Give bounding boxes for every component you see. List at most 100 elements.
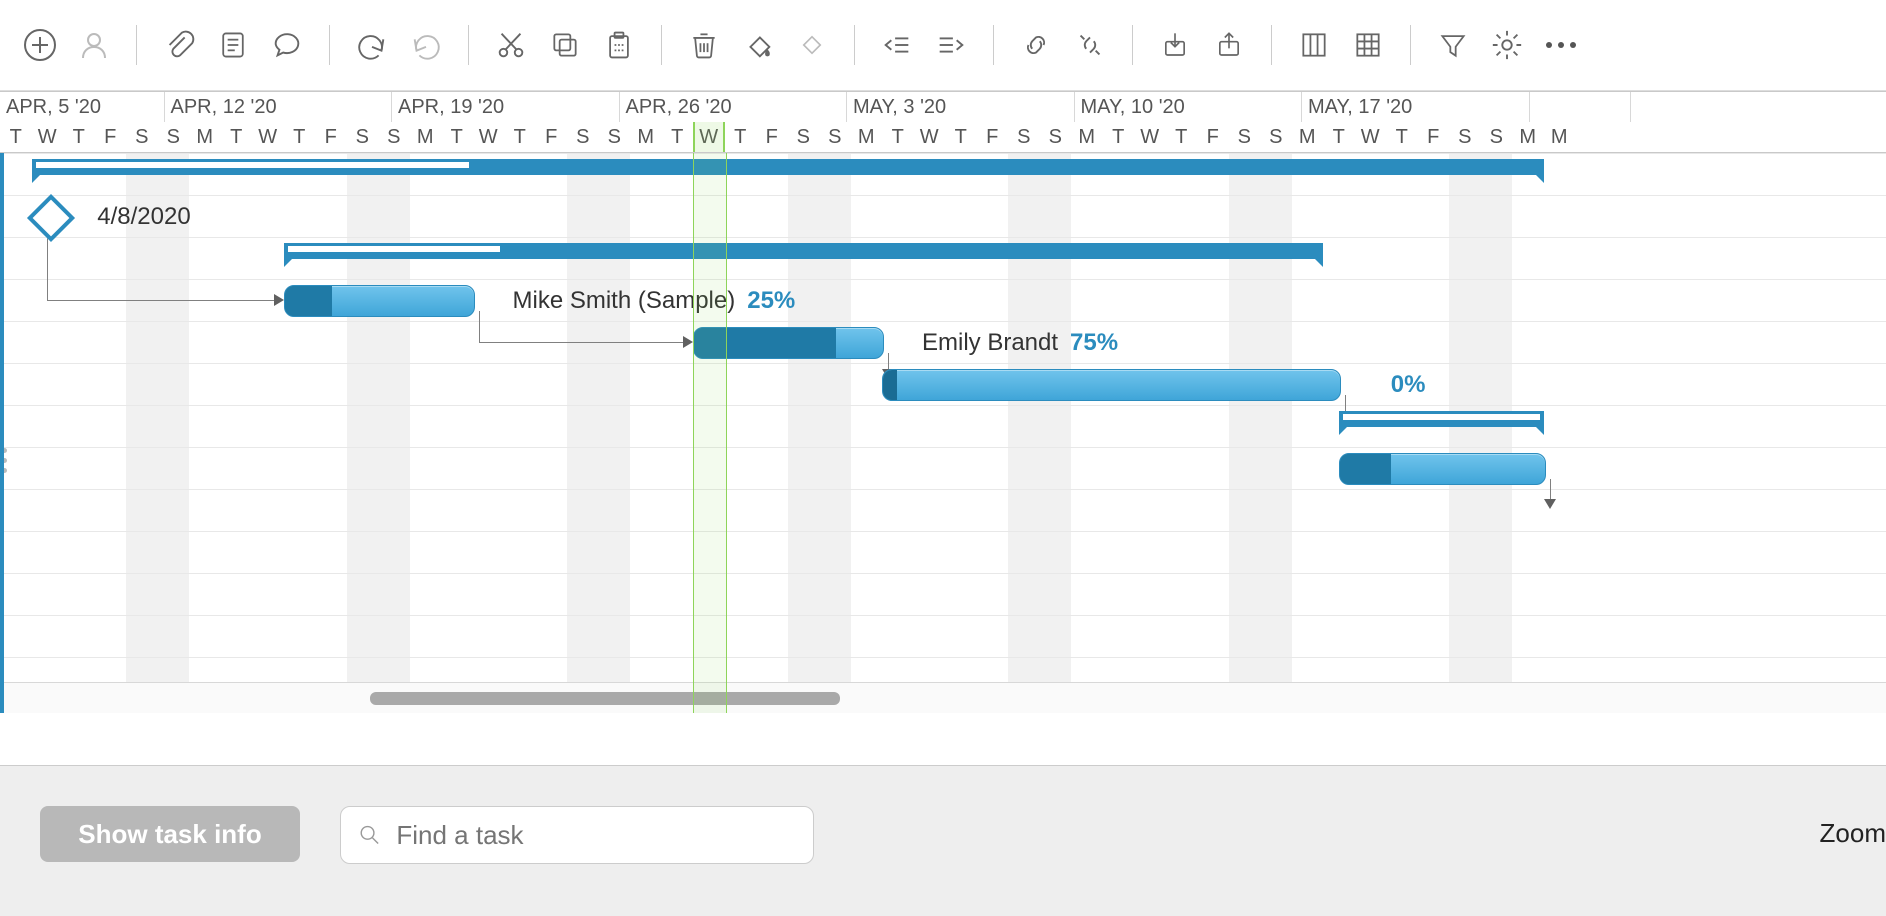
find-task-input[interactable] (394, 819, 797, 852)
indent-icon[interactable] (931, 25, 971, 65)
week-header: APR, 19 '20 (392, 92, 620, 122)
summary-bar[interactable] (284, 243, 1324, 259)
fill-icon[interactable] (738, 25, 778, 65)
day-header: F (977, 122, 1009, 152)
import-icon[interactable] (1155, 25, 1195, 65)
task-bar[interactable] (1339, 453, 1546, 485)
day-header: S (158, 122, 190, 152)
week-header: APR, 5 '20 (0, 92, 165, 122)
day-header: M (1512, 122, 1544, 152)
attach-icon[interactable] (159, 25, 199, 65)
toolbar-sep (1271, 25, 1272, 65)
main-toolbar (0, 0, 1886, 91)
gantt-chart[interactable]: 4/8/2020Mike Smith (Sample)25%Emily Bran… (0, 153, 1886, 713)
day-header: W (1134, 122, 1166, 152)
day-header: T (1386, 122, 1418, 152)
project-start-edge (0, 153, 4, 713)
toolbar-sep (136, 25, 137, 65)
day-header: S (788, 122, 820, 152)
filter-icon[interactable] (1433, 25, 1473, 65)
day-header: M (1544, 122, 1576, 152)
day-header: S (126, 122, 158, 152)
day-header: T (1323, 122, 1355, 152)
day-header: T (945, 122, 977, 152)
day-header: S (819, 122, 851, 152)
day-header: F (536, 122, 568, 152)
day-header: T (284, 122, 316, 152)
day-header: T (1166, 122, 1198, 152)
columns-icon[interactable] (1294, 25, 1334, 65)
toolbar-sep (468, 25, 469, 65)
day-header: T (725, 122, 757, 152)
copy-icon[interactable] (545, 25, 585, 65)
today-marker (693, 122, 725, 152)
toolbar-sep (329, 25, 330, 65)
day-header: F (1197, 122, 1229, 152)
week-header: MAY, 3 '20 (847, 92, 1075, 122)
comment-icon[interactable] (267, 25, 307, 65)
outdent-icon[interactable] (877, 25, 917, 65)
find-task-search[interactable] (340, 806, 814, 864)
day-header: M (1071, 122, 1103, 152)
show-task-info-button[interactable]: Show task info (40, 806, 300, 862)
week-header: MAY, 17 '20 (1302, 92, 1530, 122)
toolbar-sep (1132, 25, 1133, 65)
week-header: APR, 26 '20 (620, 92, 848, 122)
settings-icon[interactable] (1487, 25, 1527, 65)
grid-icon[interactable] (1348, 25, 1388, 65)
day-header: S (599, 122, 631, 152)
day-header: W (1355, 122, 1387, 152)
day-header: S (347, 122, 379, 152)
day-header: S (1260, 122, 1292, 152)
day-header: T (0, 122, 32, 152)
day-header: T (662, 122, 694, 152)
day-header: T (504, 122, 536, 152)
assign-icon[interactable] (74, 25, 114, 65)
week-row: APR, 5 '20APR, 12 '20APR, 19 '20APR, 26 … (0, 92, 1886, 122)
day-header: M (410, 122, 442, 152)
notes-icon[interactable] (213, 25, 253, 65)
day-header: M (630, 122, 662, 152)
unlink-icon[interactable] (1070, 25, 1110, 65)
day-header: F (1418, 122, 1450, 152)
day-header: S (1040, 122, 1072, 152)
day-header: S (1008, 122, 1040, 152)
cut-icon[interactable] (491, 25, 531, 65)
today-marker (693, 153, 727, 713)
milestone-label: 4/8/2020 (97, 203, 190, 231)
task-bar[interactable] (284, 285, 475, 317)
day-header: M (851, 122, 883, 152)
search-icon (357, 821, 382, 849)
hscroll-track[interactable] (0, 682, 1886, 713)
day-header: T (882, 122, 914, 152)
day-header: F (756, 122, 788, 152)
summary-bar[interactable] (32, 159, 1544, 175)
export-icon[interactable] (1209, 25, 1249, 65)
paste-icon[interactable] (599, 25, 639, 65)
task-label: Emily Brandt75% (922, 329, 1118, 357)
day-row: TWTFSSMTWTFSSMTWTFSSMTWTFSSMTWTFSSMTWTFS… (0, 122, 1886, 152)
undo-icon[interactable] (352, 25, 392, 65)
toolbar-sep (854, 25, 855, 65)
week-header: MAY, 10 '20 (1075, 92, 1303, 122)
day-header: S (1449, 122, 1481, 152)
timeline-header: APR, 5 '20APR, 12 '20APR, 19 '20APR, 26 … (0, 91, 1886, 153)
day-header: F (315, 122, 347, 152)
add-button[interactable] (20, 25, 60, 65)
day-header: T (63, 122, 95, 152)
task-bar[interactable] (882, 369, 1341, 401)
link-icon[interactable] (1016, 25, 1056, 65)
more-icon[interactable] (1541, 25, 1581, 65)
day-header: S (378, 122, 410, 152)
summary-bar[interactable] (1339, 411, 1544, 427)
task-label: 0% (1379, 371, 1426, 399)
zoom-label[interactable]: Zoom (1820, 818, 1886, 849)
hscroll-thumb[interactable] (370, 692, 840, 705)
week-header: APR, 12 '20 (165, 92, 393, 122)
milestone-icon[interactable] (792, 25, 832, 65)
toolbar-sep (661, 25, 662, 65)
day-header: W (914, 122, 946, 152)
day-header: S (1481, 122, 1513, 152)
redo-icon[interactable] (406, 25, 446, 65)
trash-icon[interactable] (684, 25, 724, 65)
